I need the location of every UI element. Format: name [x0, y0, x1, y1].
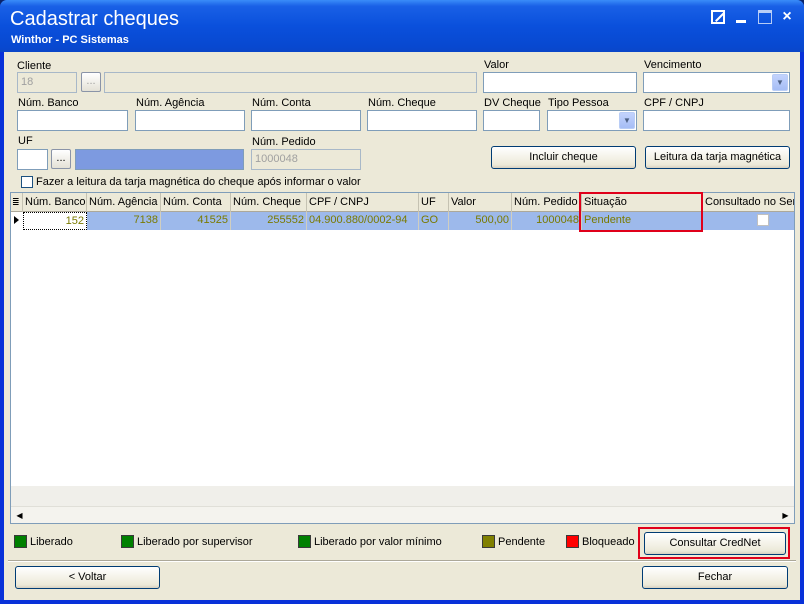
- incluir-cheque-button[interactable]: Incluir cheque: [491, 146, 636, 169]
- num-pedido-label: Núm. Pedido: [252, 136, 316, 148]
- title-bar: Cadastrar cheques Winthor - PC Sistemas …: [0, 0, 804, 52]
- num-banco-field[interactable]: [17, 110, 128, 131]
- cliente-label: Cliente: [17, 60, 52, 72]
- valor-label: Valor: [484, 59, 509, 71]
- cell-num-cheque[interactable]: 255552: [231, 212, 307, 230]
- legend-label: Liberado por supervisor: [137, 536, 253, 548]
- legend-swatch: [121, 535, 134, 548]
- valor-field[interactable]: [483, 72, 637, 93]
- cell-uf[interactable]: GO: [419, 212, 449, 230]
- num-conta-label: Núm. Conta: [252, 97, 311, 109]
- legend-label: Liberado: [30, 536, 73, 548]
- col-valor[interactable]: Valor: [449, 193, 512, 212]
- cell-num-conta[interactable]: 41525: [161, 212, 231, 230]
- divider: [8, 560, 796, 562]
- grid-footer: [11, 486, 794, 506]
- num-agencia-field[interactable]: [135, 110, 245, 131]
- crednet-highlight: [638, 527, 790, 559]
- legend-bloqueado: Bloqueado: [566, 535, 635, 549]
- leitura-tarja-button[interactable]: Leitura da tarja magnética: [645, 146, 790, 169]
- legend-swatch: [566, 535, 579, 548]
- legend-liberado: Liberado: [14, 535, 73, 549]
- chevron-down-icon[interactable]: ▼: [772, 74, 788, 91]
- cpf-cnpj-label: CPF / CNPJ: [644, 97, 704, 109]
- uf-description-field[interactable]: [75, 149, 244, 170]
- cell-num-banco[interactable]: 152: [23, 212, 87, 230]
- maximize-icon[interactable]: [758, 10, 772, 24]
- legend-swatch: [482, 535, 495, 548]
- num-agencia-label: Núm. Agência: [136, 97, 205, 109]
- legend-label: Pendente: [498, 536, 546, 548]
- num-cheque-field[interactable]: [367, 110, 477, 131]
- uf-search-button[interactable]: ...: [51, 149, 71, 169]
- chevron-down-icon[interactable]: ▼: [619, 112, 635, 129]
- vencimento-label: Vencimento: [644, 59, 702, 71]
- close-icon[interactable]: ×: [780, 9, 794, 25]
- cell-consultado[interactable]: [703, 212, 794, 230]
- tipo-pessoa-dropdown[interactable]: ▼: [547, 110, 637, 131]
- scroll-left-icon[interactable]: ◀: [12, 508, 27, 523]
- cliente-name-field[interactable]: [104, 72, 477, 93]
- legend-liberado-supervisor: Liberado por supervisor: [121, 535, 253, 549]
- window-title: Cadastrar cheques: [10, 8, 179, 30]
- uf-label: UF: [18, 135, 33, 147]
- legend-liberado-valor-minimo: Liberado por valor mínimo: [298, 535, 442, 549]
- legend-pendente: Pendente: [482, 535, 545, 549]
- app-window: Cadastrar cheques Winthor - PC Sistemas …: [0, 0, 804, 604]
- num-pedido-field[interactable]: 1000048: [251, 149, 361, 170]
- uf-field[interactable]: [17, 149, 48, 170]
- col-num-conta[interactable]: Núm. Conta: [161, 193, 231, 212]
- minimize-icon[interactable]: [735, 10, 749, 24]
- leitura-tarja-checkbox-label: Fazer a leitura da tarja magnética do ch…: [36, 176, 361, 188]
- col-consultado[interactable]: Consultado no Ser...: [703, 193, 794, 212]
- voltar-button[interactable]: < Voltar: [15, 566, 160, 589]
- cell-cpf-cnpj[interactable]: 04.900.880/0002-94: [307, 212, 419, 230]
- scroll-right-icon[interactable]: ▶: [778, 508, 793, 523]
- legend-swatch: [14, 535, 27, 548]
- col-num-cheque[interactable]: Núm. Cheque: [231, 193, 307, 212]
- situacao-highlight: [579, 192, 703, 232]
- edit-window-icon[interactable]: [711, 10, 725, 24]
- num-cheque-label: Núm. Cheque: [368, 97, 436, 109]
- consultado-checkbox[interactable]: [757, 214, 769, 226]
- legend-label: Liberado por valor mínimo: [314, 536, 442, 548]
- num-banco-label: Núm. Banco: [18, 97, 79, 109]
- tipo-pessoa-label: Tipo Pessoa: [548, 97, 609, 109]
- cliente-code-field[interactable]: 18: [17, 72, 77, 93]
- cheques-grid[interactable]: ≣ Núm. Banco Núm. Agência Núm. Conta Núm…: [10, 192, 795, 524]
- dv-cheque-field[interactable]: [483, 110, 540, 131]
- cpf-cnpj-field[interactable]: [643, 110, 790, 131]
- col-num-banco[interactable]: Núm. Banco: [23, 193, 87, 212]
- grid-menu-icon[interactable]: ≣: [11, 193, 23, 212]
- window-subtitle: Winthor - PC Sistemas: [11, 34, 129, 46]
- num-conta-field[interactable]: [251, 110, 361, 131]
- cliente-search-button[interactable]: ...: [81, 72, 101, 92]
- horizontal-scrollbar[interactable]: ◀ ▶: [11, 506, 794, 523]
- legend-swatch: [298, 535, 311, 548]
- cell-num-agencia[interactable]: 7138: [87, 212, 161, 230]
- cell-num-pedido[interactable]: 1000048: [512, 212, 582, 230]
- dv-cheque-label: DV Cheque: [484, 97, 541, 109]
- col-num-agencia[interactable]: Núm. Agência: [87, 193, 161, 212]
- leitura-tarja-checkbox[interactable]: [21, 176, 33, 188]
- col-cpf-cnpj[interactable]: CPF / CNPJ: [307, 193, 419, 212]
- fechar-button[interactable]: Fechar: [642, 566, 788, 589]
- cell-valor[interactable]: 500,00: [449, 212, 512, 230]
- col-uf[interactable]: UF: [419, 193, 449, 212]
- vencimento-dropdown[interactable]: ▼: [643, 72, 790, 93]
- col-num-pedido[interactable]: Núm. Pedido: [512, 193, 582, 212]
- legend-label: Bloqueado: [582, 536, 635, 548]
- form-area: Cliente 18 ... Valor Vencimento ▼ Núm. B…: [4, 52, 800, 600]
